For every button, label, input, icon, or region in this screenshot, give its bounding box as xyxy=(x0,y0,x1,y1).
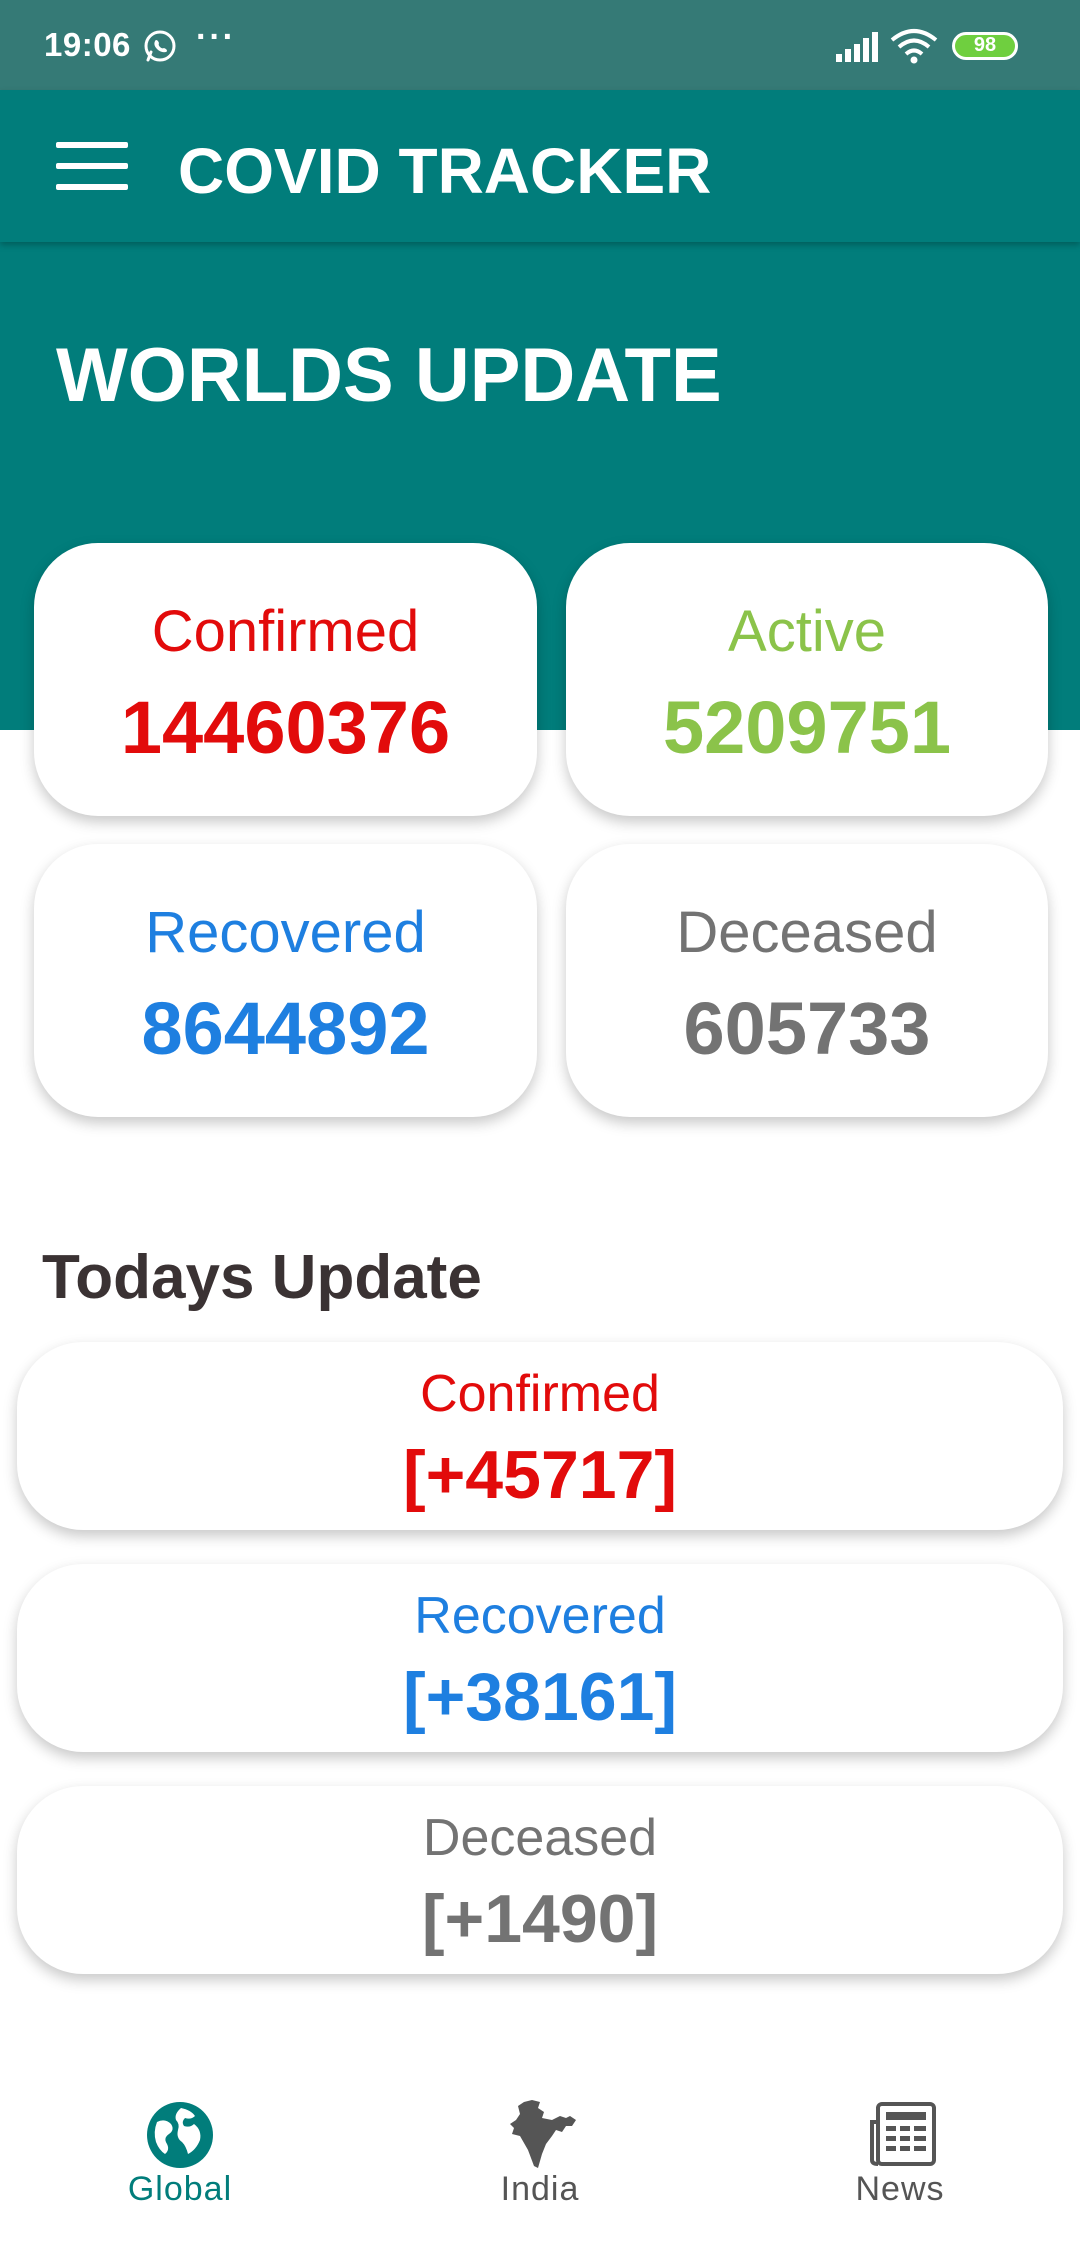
world-deceased-label: Deceased xyxy=(676,900,938,965)
today-recovered-card: Recovered [+38161] xyxy=(17,1564,1063,1752)
nav-global[interactable]: Global xyxy=(0,2000,360,2246)
signal-icon xyxy=(836,32,880,67)
world-active-label: Active xyxy=(728,599,886,664)
today-deceased-value: [+1490] xyxy=(421,1881,659,1957)
nav-news[interactable]: News xyxy=(720,2000,1080,2246)
world-deceased-value: 605733 xyxy=(683,987,931,1070)
world-confirmed-value: 14460376 xyxy=(120,686,451,769)
today-recovered-value: [+38161] xyxy=(402,1659,678,1735)
today-confirmed-label: Confirmed xyxy=(420,1365,660,1423)
world-confirmed-card: Confirmed 14460376 xyxy=(34,543,537,816)
today-title: Todays Update xyxy=(42,1243,482,1312)
nav-india[interactable]: India xyxy=(360,2000,720,2246)
app-bar: COVID TRACKER xyxy=(0,90,1080,242)
nav-news-label: News xyxy=(855,2170,945,2208)
nav-global-label: Global xyxy=(127,2170,233,2208)
today-confirmed-value: [+45717] xyxy=(402,1437,678,1513)
world-title: WORLDS UPDATE xyxy=(56,333,722,418)
status-time: 19:06 xyxy=(44,26,131,63)
today-deceased-label: Deceased xyxy=(422,1809,658,1867)
world-confirmed-label: Confirmed xyxy=(151,599,420,664)
wifi-icon xyxy=(890,28,938,69)
world-active-card: Active 5209751 xyxy=(566,543,1048,816)
nav-india-label: India xyxy=(500,2170,580,2208)
world-active-value: 5209751 xyxy=(662,686,952,769)
today-recovered-label: Recovered xyxy=(414,1587,666,1645)
today-confirmed-card: Confirmed [+45717] xyxy=(17,1342,1063,1530)
bottom-navigation: Global India News xyxy=(0,2000,1080,2246)
battery-level: 98 xyxy=(973,34,997,56)
world-recovered-card: Recovered 8644892 xyxy=(34,844,537,1117)
india-map-icon xyxy=(505,2098,585,2178)
battery-icon: 98 xyxy=(952,32,1018,60)
whatsapp-icon xyxy=(142,28,178,69)
app-title: COVID TRACKER xyxy=(178,135,712,207)
today-deceased-card: Deceased [+1490] xyxy=(17,1786,1063,1974)
menu-icon[interactable] xyxy=(56,142,128,190)
more-notifications-icon: ··· xyxy=(196,18,236,56)
world-recovered-value: 8644892 xyxy=(141,987,430,1070)
globe-icon xyxy=(140,2100,220,2180)
world-recovered-label: Recovered xyxy=(145,900,426,965)
status-bar: 19:06 ··· 98 xyxy=(0,0,1080,90)
world-deceased-card: Deceased 605733 xyxy=(566,844,1048,1117)
